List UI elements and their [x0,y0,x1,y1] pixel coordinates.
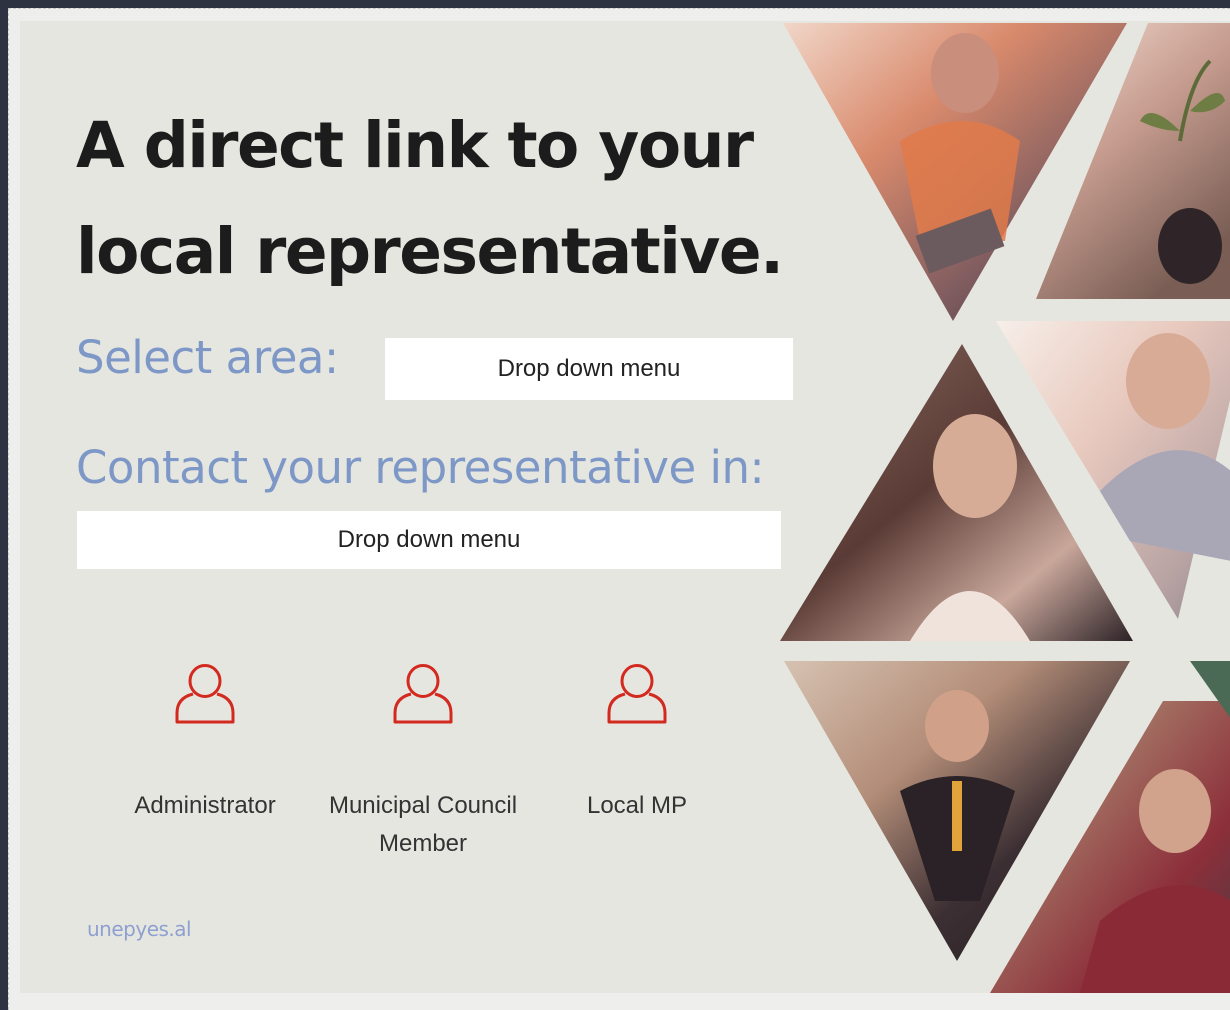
person-icon [393,664,453,724]
representative-administrator[interactable]: Administrator [120,661,290,825]
representative-label: Municipal Council Member [328,792,518,857]
person-icon [607,664,667,724]
person-icon [175,664,235,724]
area-dropdown-text: Drop down menu [497,355,681,382]
contact-representative-label: Contact your representative in: [76,441,765,494]
representative-local-mp[interactable]: Local MP [552,661,722,825]
representative-card: A direct link to your local representati… [20,21,1230,993]
headline: A direct link to your local representati… [76,109,784,288]
select-area-label: Select area: [76,331,339,384]
representative-council-member[interactable]: Municipal Council Member [310,661,536,863]
representative-dropdown-text: Drop down menu [337,526,521,553]
representative-area-dropdown[interactable]: Drop down menu [77,511,781,569]
representative-label: Local MP [586,792,688,819]
website-link[interactable]: unepyes.al [87,917,192,941]
area-dropdown[interactable]: Drop down menu [385,338,793,400]
representative-label: Administrator [134,792,276,819]
page-frame: A direct link to your local representati… [8,8,1230,1010]
